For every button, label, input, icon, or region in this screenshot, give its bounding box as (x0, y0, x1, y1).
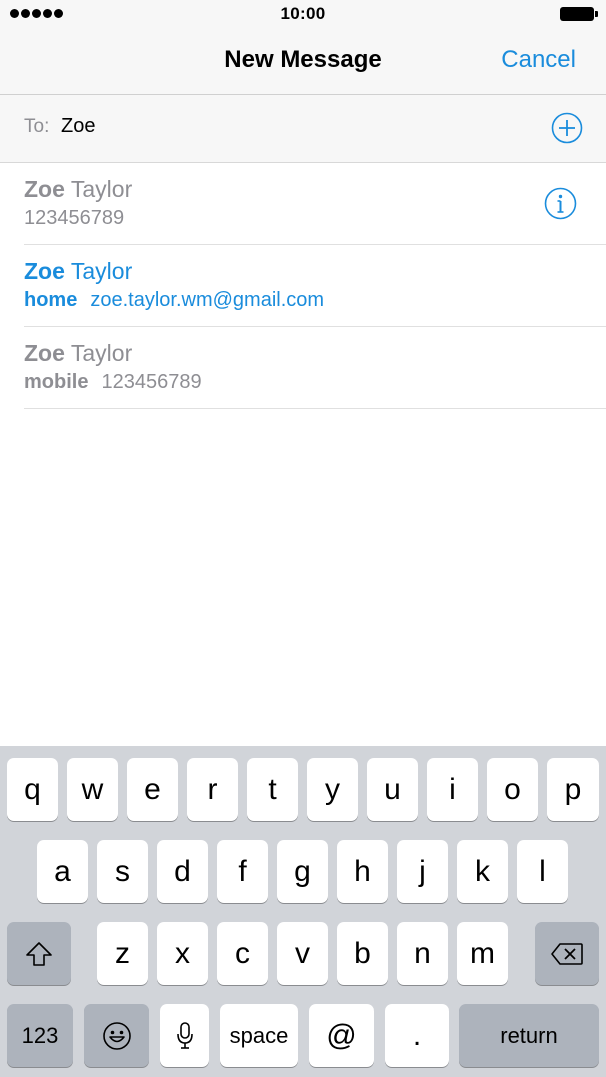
status-bar: 10:00 (0, 0, 606, 30)
numbers-key[interactable]: 123 (7, 1004, 73, 1067)
key-l[interactable]: l (517, 840, 568, 903)
contact-name: Zoe Taylor (24, 258, 133, 284)
dictation-key[interactable] (160, 1004, 209, 1067)
key-u[interactable]: u (367, 758, 418, 821)
key-c[interactable]: c (217, 922, 268, 985)
battery-icon (560, 7, 598, 21)
key-x[interactable]: x (157, 922, 208, 985)
key-t[interactable]: t (247, 758, 298, 821)
recipient-field-row[interactable]: To: Zoe (0, 95, 606, 163)
backspace-icon (551, 942, 583, 965)
key-j[interactable]: j (397, 840, 448, 903)
key-e[interactable]: e (127, 758, 178, 821)
space-key[interactable]: space (220, 1004, 298, 1067)
status-time: 10:00 (280, 4, 326, 23)
key-n[interactable]: n (397, 922, 448, 985)
list-item[interactable]: Zoe Taylor home zoe.taylor.wm@gmail.com (24, 245, 606, 327)
key-w[interactable]: w (67, 758, 118, 821)
key-a[interactable]: a (37, 840, 88, 903)
keyboard: q w e r t y u i o p a s d f g h j k l z … (0, 746, 606, 1077)
list-item[interactable]: Zoe Taylor mobile 123456789 (24, 327, 606, 409)
return-key[interactable]: return (459, 1004, 599, 1067)
to-label: To: (24, 116, 50, 137)
info-icon[interactable] (544, 187, 577, 220)
cancel-button[interactable]: Cancel (501, 46, 576, 74)
key-v[interactable]: v (277, 922, 328, 985)
key-r[interactable]: r (187, 758, 238, 821)
recipient-input[interactable]: Zoe (61, 115, 95, 138)
contact-suggestions-list: Zoe Taylor 123456789 Zoe Taylor home zoe.… (0, 163, 606, 409)
contact-name: Zoe Taylor (24, 340, 133, 366)
emoji-icon (102, 1021, 131, 1050)
key-m[interactable]: m (457, 922, 508, 985)
key-q[interactable]: q (7, 758, 58, 821)
at-key[interactable]: @ (309, 1004, 374, 1067)
key-h[interactable]: h (337, 840, 388, 903)
contact-name: Zoe Taylor (24, 176, 133, 202)
emoji-key[interactable] (84, 1004, 149, 1067)
navigation-bar: New Message Cancel (0, 30, 606, 95)
key-z[interactable]: z (97, 922, 148, 985)
microphone-icon (176, 1021, 193, 1049)
contact-detail: home zoe.taylor.wm@gmail.com (24, 289, 325, 311)
key-y[interactable]: y (307, 758, 358, 821)
add-contact-icon[interactable] (551, 112, 583, 144)
key-p[interactable]: p (547, 758, 599, 821)
key-b[interactable]: b (337, 922, 388, 985)
list-item[interactable]: Zoe Taylor 123456789 (24, 163, 606, 245)
shift-arrow-icon (26, 941, 52, 966)
key-s[interactable]: s (97, 840, 148, 903)
shift-key[interactable] (7, 922, 71, 985)
key-f[interactable]: f (217, 840, 268, 903)
contact-detail: 123456789 (24, 207, 125, 229)
key-o[interactable]: o (487, 758, 538, 821)
contact-detail: mobile 123456789 (24, 371, 202, 393)
period-key[interactable]: . (385, 1004, 449, 1067)
key-i[interactable]: i (427, 758, 478, 821)
key-d[interactable]: d (157, 840, 208, 903)
delete-key[interactable] (535, 922, 599, 985)
key-k[interactable]: k (457, 840, 508, 903)
key-g[interactable]: g (277, 840, 328, 903)
